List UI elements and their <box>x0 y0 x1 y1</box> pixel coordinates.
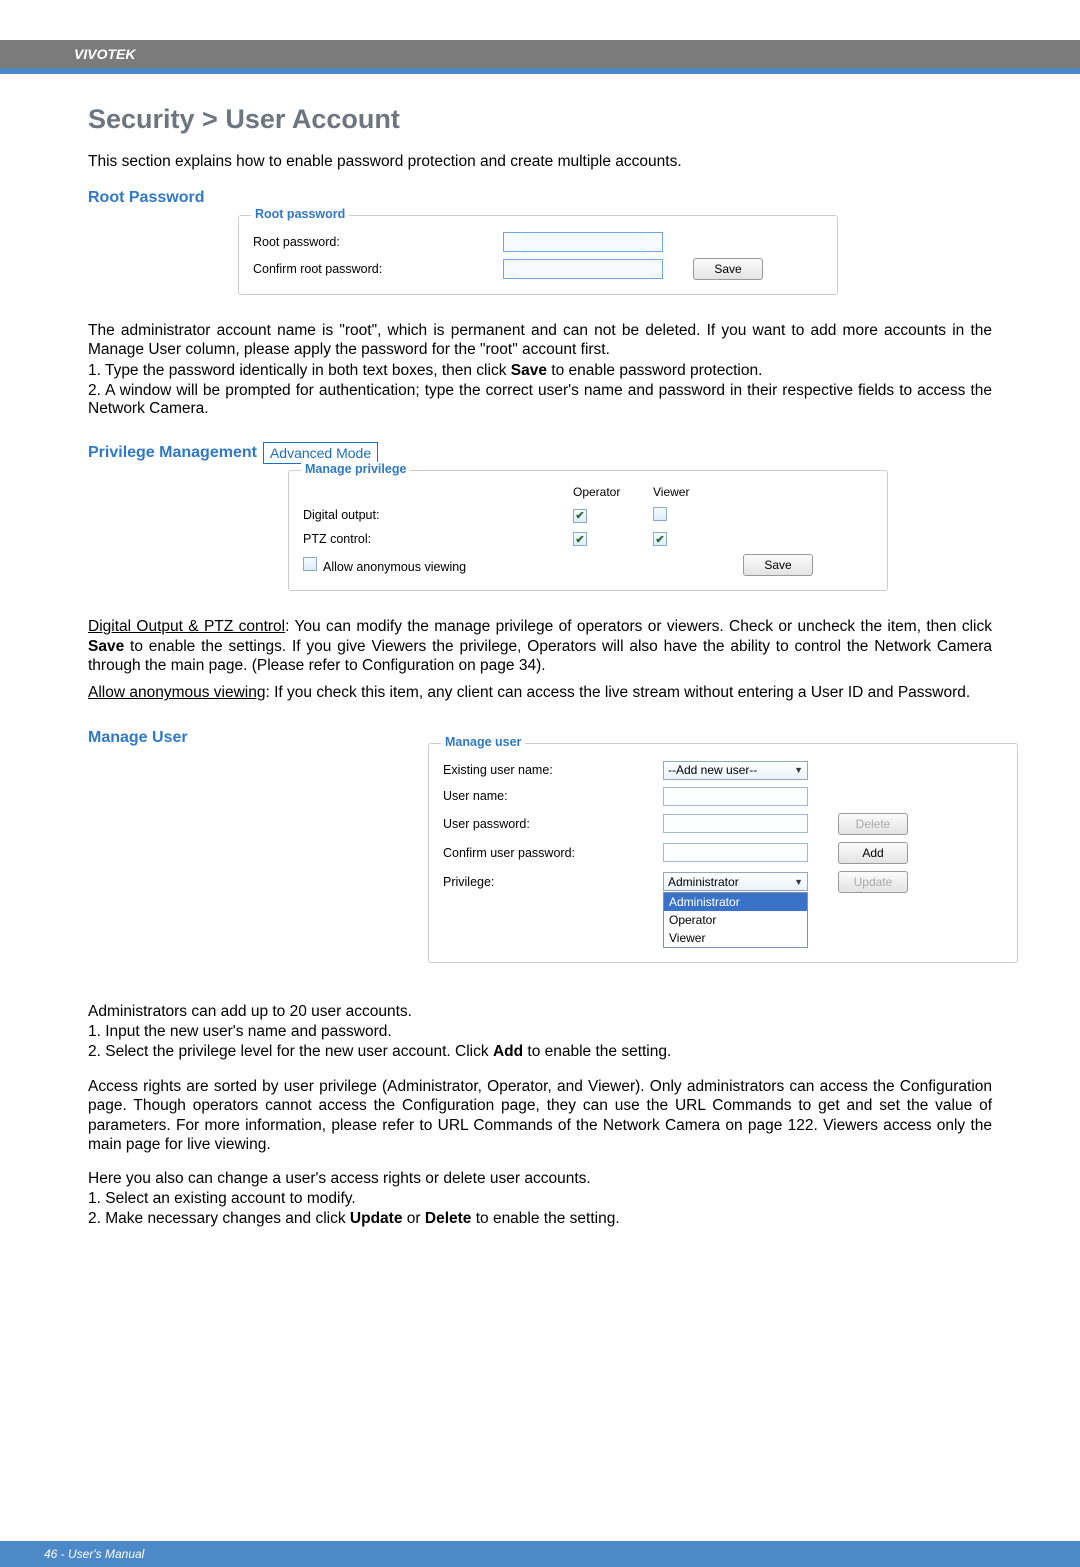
add-button[interactable]: Add <box>838 842 908 864</box>
root-password-panel: Root password Root password: Confirm roo… <box>238 215 838 295</box>
advanced-mode-badge: Advanced Mode <box>263 442 378 464</box>
root-password-heading: Root Password <box>88 189 992 207</box>
manage-privilege-panel: Manage privilege Operator Viewer Digital… <box>288 470 888 592</box>
priv-opt-operator[interactable]: Operator <box>664 911 807 929</box>
root-password-label: Root password: <box>253 235 503 249</box>
user-password-label: User password: <box>443 817 663 831</box>
mu-p5: Here you also can change a user's access… <box>88 1170 992 1188</box>
manage-user-legend: Manage user <box>441 735 525 749</box>
mu-p3: 2. Select the privilege level for the ne… <box>88 1043 992 1061</box>
col-operator: Operator <box>573 485 653 499</box>
root-desc-line2: 2. A window will be prompted for authent… <box>88 382 992 418</box>
root-desc-line1: 1. Type the password identically in both… <box>88 362 992 380</box>
root-desc-para: The administrator account name is "root"… <box>88 321 992 360</box>
confirm-user-password-input[interactable] <box>663 843 808 862</box>
existing-user-label: Existing user name: <box>443 763 663 777</box>
delete-button[interactable]: Delete <box>838 813 908 835</box>
doc-footer: 46 - User's Manual <box>0 1541 1080 1567</box>
mu-p6: 1. Select an existing account to modify. <box>88 1190 992 1208</box>
row-ptz-control: PTZ control: <box>303 532 573 546</box>
root-password-legend: Root password <box>251 207 349 221</box>
do-viewer-checkbox[interactable] <box>653 507 667 521</box>
user-name-input[interactable] <box>663 787 808 806</box>
privilege-select[interactable]: Administrator▼ <box>663 872 808 891</box>
col-viewer: Viewer <box>653 485 733 499</box>
doc-header: VIVOTEK <box>0 40 1080 68</box>
chevron-down-icon: ▼ <box>794 765 803 775</box>
allow-anonymous-checkbox[interactable] <box>303 557 317 571</box>
priv-opt-admin[interactable]: Administrator <box>664 893 807 911</box>
user-name-label: User name: <box>443 789 663 803</box>
page-title: Security > User Account <box>88 104 992 135</box>
manage-privilege-legend: Manage privilege <box>301 462 410 476</box>
priv-desc-para: Digital Output & PTZ control: You can mo… <box>88 617 992 675</box>
privilege-dropdown[interactable]: Administrator Operator Viewer <box>663 892 808 948</box>
row-allow-anonymous: Allow anonymous viewing <box>303 557 573 574</box>
priv-opt-viewer[interactable]: Viewer <box>664 929 807 947</box>
ptz-operator-checkbox[interactable]: ✔ <box>573 532 587 546</box>
root-password-input[interactable] <box>503 232 663 252</box>
existing-user-select[interactable]: --Add new user--▼ <box>663 761 808 780</box>
page-number: 46 - User's Manual <box>44 1547 144 1561</box>
chevron-down-icon: ▼ <box>794 877 803 887</box>
mu-p2: 1. Input the new user's name and passwor… <box>88 1023 992 1041</box>
mu-p7: 2. Make necessary changes and click Upda… <box>88 1210 992 1228</box>
privilege-label: Privilege: <box>443 875 663 889</box>
root-save-button[interactable]: Save <box>693 258 763 280</box>
user-password-input[interactable] <box>663 814 808 833</box>
manage-user-heading: Manage User <box>88 729 188 747</box>
intro-text: This section explains how to enable pass… <box>88 153 992 171</box>
ptz-viewer-checkbox[interactable]: ✔ <box>653 532 667 546</box>
privilege-mgmt-heading: Privilege Management <box>88 444 257 462</box>
row-digital-output: Digital output: <box>303 508 573 522</box>
do-operator-checkbox[interactable]: ✔ <box>573 509 587 523</box>
privilege-save-button[interactable]: Save <box>743 554 813 576</box>
manage-user-panel: Manage user Existing user name: --Add ne… <box>428 743 1018 963</box>
mu-p4: Access rights are sorted by user privile… <box>88 1077 992 1155</box>
confirm-root-password-input[interactable] <box>503 259 663 279</box>
confirm-root-password-label: Confirm root password: <box>253 262 503 276</box>
brand-label: VIVOTEK <box>74 46 135 62</box>
confirm-user-password-label: Confirm user password: <box>443 846 663 860</box>
update-button[interactable]: Update <box>838 871 908 893</box>
mu-p1: Administrators can add up to 20 user acc… <box>88 1003 992 1021</box>
anon-desc-para: Allow anonymous viewing: If you check th… <box>88 683 992 702</box>
